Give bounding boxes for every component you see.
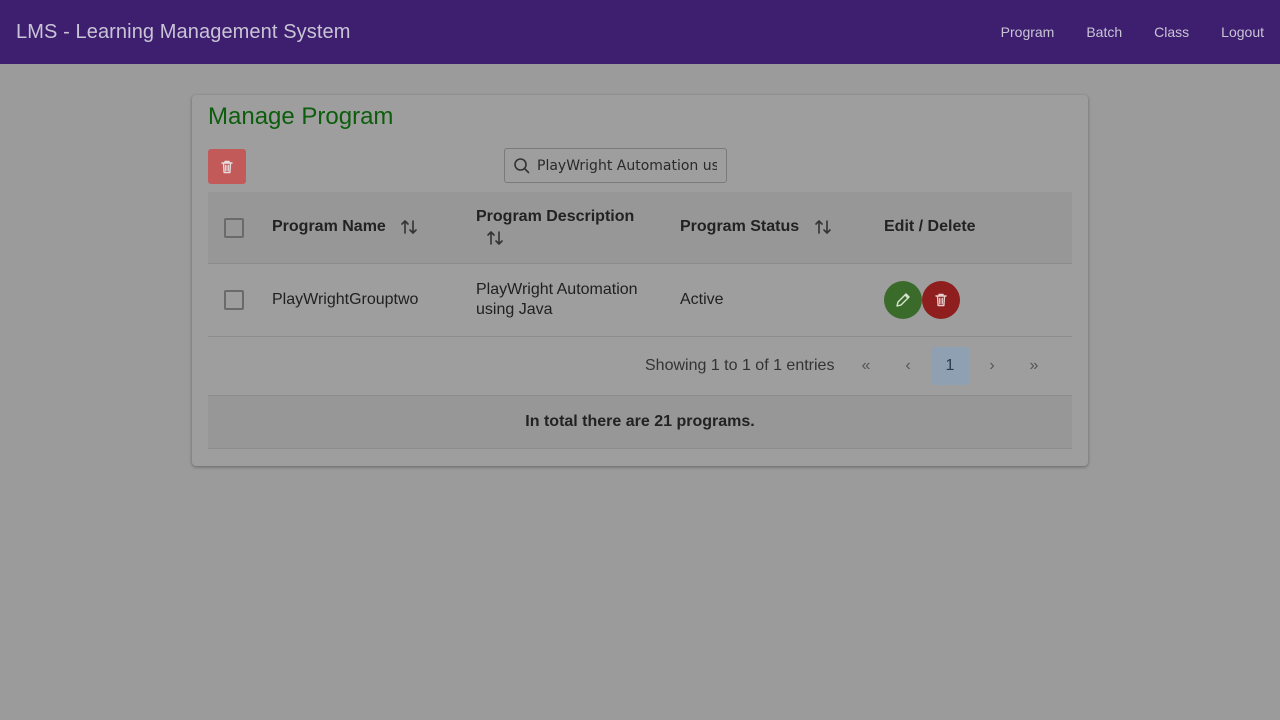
page-number: 1 xyxy=(945,357,955,374)
first-page-button[interactable]: « xyxy=(847,347,885,385)
header-program-status[interactable]: Program Status xyxy=(680,218,832,236)
nav-batch[interactable]: Batch xyxy=(1086,24,1122,40)
edit-button[interactable] xyxy=(884,281,922,319)
page-button-1[interactable]: 1 xyxy=(931,347,969,385)
nav-class[interactable]: Class xyxy=(1154,24,1189,40)
program-status-cell: Active xyxy=(680,291,724,308)
program-description-line2: using Java xyxy=(476,301,553,318)
trash-icon xyxy=(935,293,947,307)
sort-icon[interactable] xyxy=(486,229,504,247)
last-page-button[interactable]: » xyxy=(1015,347,1053,385)
search-input[interactable] xyxy=(537,157,717,174)
search-icon xyxy=(514,157,530,173)
top-navbar: LMS - Learning Management System Program… xyxy=(0,0,1280,64)
programs-table: Program Name Program Description Program… xyxy=(208,192,1072,449)
table-header: Program Name Program Description Program… xyxy=(208,192,1072,264)
prev-page-button[interactable]: ‹ xyxy=(889,347,927,385)
trash-icon xyxy=(221,160,233,173)
nav-logout[interactable]: Logout xyxy=(1221,24,1264,40)
bulk-delete-button[interactable] xyxy=(208,149,246,184)
double-chevron-right-icon: » xyxy=(1029,357,1039,374)
app-title: LMS - Learning Management System xyxy=(16,20,351,43)
program-name-cell: PlayWrightGrouptwo xyxy=(272,291,419,308)
pagination: Showing 1 to 1 of 1 entries « ‹ 1 › » xyxy=(208,337,1072,396)
delete-button[interactable] xyxy=(922,281,960,319)
search-box xyxy=(504,148,727,183)
sort-icon[interactable] xyxy=(400,218,418,236)
header-program-name-label: Program Name xyxy=(272,218,386,236)
next-page-button[interactable]: › xyxy=(973,347,1011,385)
table-row: PlayWrightGrouptwo PlayWright Automation… xyxy=(208,264,1072,337)
chevron-left-icon: ‹ xyxy=(905,357,911,374)
header-program-description-label: Program Description xyxy=(476,208,635,225)
nav-program[interactable]: Program xyxy=(1001,24,1055,40)
double-chevron-left-icon: « xyxy=(861,357,871,374)
table-footer-summary: In total there are 21 programs. xyxy=(208,396,1072,449)
pencil-icon xyxy=(896,293,910,307)
page-title: Manage Program xyxy=(208,103,394,130)
pagination-info: Showing 1 to 1 of 1 entries xyxy=(645,357,835,374)
header-edit-delete: Edit / Delete xyxy=(884,218,976,235)
main-nav: Program Batch Class Logout xyxy=(1001,24,1264,40)
manage-program-card: Manage Program Program Name Program Desc… xyxy=(192,95,1088,466)
select-all-checkbox[interactable] xyxy=(224,218,244,238)
header-program-status-label: Program Status xyxy=(680,218,800,236)
header-program-description[interactable]: Program Description xyxy=(476,208,656,247)
sort-icon[interactable] xyxy=(814,218,832,236)
program-description-cell: PlayWright Automation using Java xyxy=(476,280,638,320)
program-description-line1: PlayWright Automation xyxy=(476,281,638,298)
header-program-name[interactable]: Program Name xyxy=(272,218,418,236)
chevron-right-icon: › xyxy=(989,357,995,374)
row-select-checkbox[interactable] xyxy=(224,290,244,310)
